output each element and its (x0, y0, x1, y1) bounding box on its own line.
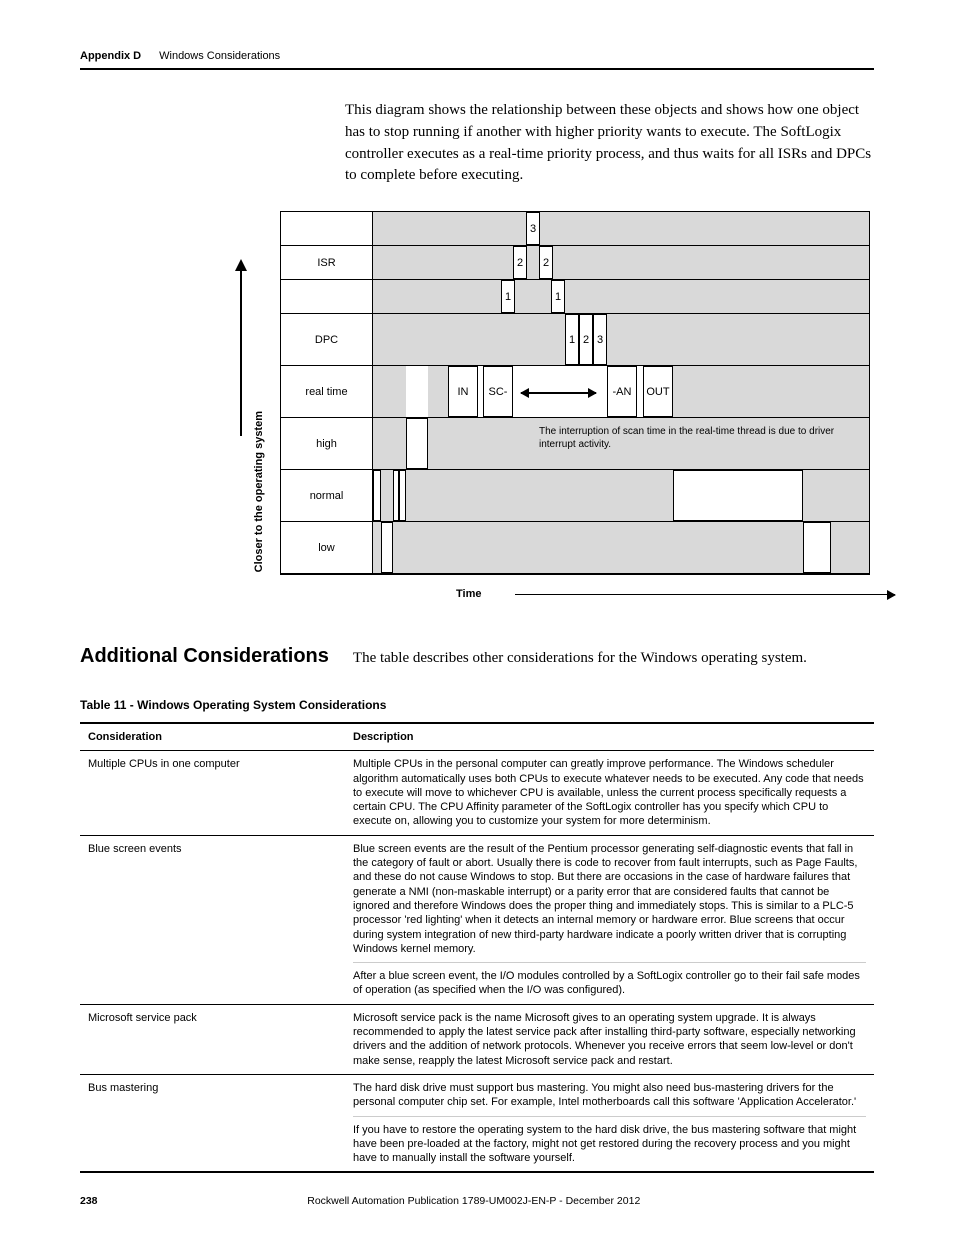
table-row: Blue screen events Blue screen events ar… (80, 835, 874, 1004)
normal-row: normal (281, 470, 869, 522)
section-heading: Additional Considerations (80, 645, 329, 668)
isr-row-2: ISR 2 2 (281, 246, 869, 280)
low-task-a (381, 522, 393, 573)
rt-sc-box: SC- (483, 366, 513, 417)
isr-box-1a: 1 (501, 280, 515, 313)
dpc-box-1: 1 (565, 314, 579, 365)
table-caption: Table 11 - Windows Operating System Cons… (80, 698, 874, 712)
isr-box-1b: 1 (551, 280, 565, 313)
high-row: high The interruption of scan time in th… (281, 418, 869, 470)
cell-text: The hard disk drive must support bus mas… (353, 1081, 866, 1110)
th-description: Description (345, 723, 874, 751)
isr-box-2b: 2 (539, 246, 553, 279)
priority-diagram: Closer to the operating system 3 ISR 2 2 (240, 211, 874, 575)
cell-consideration: Blue screen events (80, 835, 345, 1004)
additional-considerations-section: Additional Considerations The table desc… (80, 645, 874, 668)
cell-text: Blue screen events are the result of the… (353, 842, 866, 956)
table-row: Multiple CPUs in one computer Multiple C… (80, 751, 874, 835)
low-label: low (281, 522, 373, 573)
cell-description: The hard disk drive must support bus mas… (345, 1074, 874, 1172)
dpc-label: DPC (281, 314, 373, 365)
isr-box-2a: 2 (513, 246, 527, 279)
isr-row-1: 1 1 (281, 280, 869, 314)
closer-axis-label: Closer to the operating system (253, 411, 265, 572)
rt-in-box: IN (448, 366, 478, 417)
cell-consideration: Multiple CPUs in one computer (80, 751, 345, 835)
real-time-label: real time (281, 366, 373, 417)
page-header: Appendix D Windows Considerations (80, 50, 874, 70)
table-row: Microsoft service pack Microsoft service… (80, 1004, 874, 1074)
publication-id: Rockwell Automation Publication 1789-UM0… (98, 1195, 850, 1207)
page-number: 238 (80, 1195, 98, 1207)
appendix-label: Appendix D (80, 50, 141, 62)
header-title: Windows Considerations (159, 50, 280, 62)
section-paragraph: The table describes other considerations… (353, 650, 807, 667)
th-consideration: Consideration (80, 723, 345, 751)
normal-task-d (673, 470, 803, 521)
high-task (406, 418, 428, 469)
dpc-box-2: 2 (579, 314, 593, 365)
considerations-table: Consideration Description Multiple CPUs … (80, 722, 874, 1173)
cell-description: Multiple CPUs in the personal computer c… (345, 751, 874, 835)
low-row: low (281, 522, 869, 574)
cell-description: Blue screen events are the result of the… (345, 835, 874, 1004)
low-task-b (803, 522, 831, 573)
normal-task-a (373, 470, 381, 521)
isr-label: ISR (281, 246, 373, 279)
cell-text-followup: If you have to restore the operating sys… (353, 1116, 866, 1166)
page-footer: 238 Rockwell Automation Publication 1789… (80, 1195, 874, 1207)
rt-gap-arrow (521, 392, 596, 394)
isr-row-3: 3 (281, 212, 869, 246)
intro-paragraph: This diagram shows the relationship betw… (345, 100, 874, 187)
dpc-box-3: 3 (593, 314, 607, 365)
isr-box-3: 3 (526, 212, 540, 245)
time-axis-arrow (515, 594, 895, 596)
real-time-row: real time IN SC- -AN OUT (281, 366, 869, 418)
time-axis-label: Time (456, 588, 481, 600)
rt-out-box: OUT (643, 366, 673, 417)
interrupt-note: The interruption of scan time in the rea… (539, 426, 849, 451)
dpc-row: DPC 1 2 3 (281, 314, 869, 366)
cell-consideration: Microsoft service pack (80, 1004, 345, 1074)
closer-axis-arrow (240, 261, 242, 436)
normal-task-c (399, 470, 406, 521)
high-label: high (281, 418, 373, 469)
diagram-chart: 3 ISR 2 2 1 1 D (280, 211, 870, 575)
table-row: Bus mastering The hard disk drive must s… (80, 1074, 874, 1172)
normal-label: normal (281, 470, 373, 521)
cell-consideration: Bus mastering (80, 1074, 345, 1172)
cell-text-followup: After a blue screen event, the I/O modul… (353, 962, 866, 998)
rt-an-box: -AN (607, 366, 637, 417)
cell-description: Microsoft service pack is the name Micro… (345, 1004, 874, 1074)
